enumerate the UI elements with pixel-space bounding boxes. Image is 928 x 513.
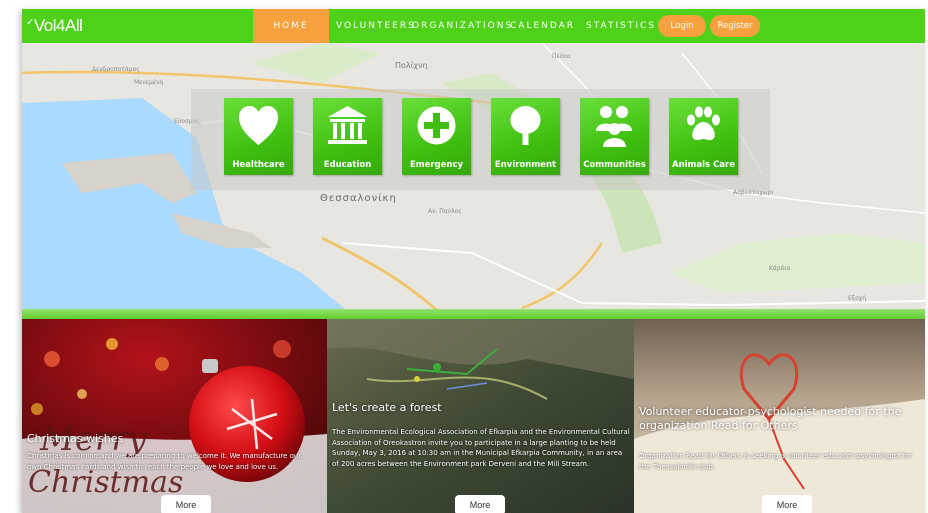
news-card-educator: Volunteer educator-psychologist needed f… [634,319,925,513]
plus-circle-icon [417,106,456,145]
map-label-an-pavlos: Αν. Παύλος [428,208,462,215]
category-education[interactable]: Education [313,98,382,175]
card-body: Organization Read for Others is seeking … [639,452,912,471]
more-button[interactable]: More [455,495,505,513]
category-panel: Healthcare Education Emergency Environme… [191,89,770,190]
map-label-asvestochori: Ασβεστοχώρι [733,189,774,196]
top-navbar: ✓Vol4All HOME VOLUNTEERS ORGANIZATIONS C… [22,9,925,43]
building-columns-icon [328,106,367,144]
nav-organizations[interactable]: ORGANIZATIONS [412,9,513,43]
category-label: Communities [583,160,646,170]
nav-statistics[interactable]: STATISTICS [586,9,656,43]
register-button[interactable]: Register [710,15,760,37]
nav-home[interactable]: HOME [253,9,329,43]
paw-icon [687,106,720,141]
category-label: Environment [494,160,557,170]
site-logo[interactable]: ✓Vol4All [26,15,83,37]
satellite-map-image [327,319,634,513]
login-button[interactable]: Login [658,15,706,37]
card-body: The Environmental Ecological Association… [332,428,630,468]
category-label: Healthcare [232,160,285,170]
map-label-polichni: Πολίχνη [395,61,428,70]
category-animals-care[interactable]: Animals Care [669,98,738,175]
map-label-pefka: Πεύκα [552,53,571,60]
logo-check-icon: ✓ [26,17,34,28]
news-card-forest: Let's create a forest The Environmental … [327,319,634,513]
map-label-dendropotamos: Δενδροποτάμος [92,66,140,73]
card-body: Christmas is coming and we are preparing… [27,452,302,471]
category-healthcare[interactable]: Healthcare [224,98,293,175]
nav-calendar[interactable]: CALENDAR [510,9,575,43]
category-label: Animals Care [672,160,735,170]
tree-icon [510,106,541,145]
card-title[interactable]: Let's create a forest [332,401,442,415]
map-label-kardia: Κάρδια [769,265,791,272]
category-communities[interactable]: Communities [580,98,649,175]
news-card-christmas: Merry Christmas Christmas wishes Christm… [22,319,327,513]
app-window: ✓Vol4All HOME VOLUNTEERS ORGANIZATIONS C… [22,9,925,513]
more-button[interactable]: More [161,495,211,513]
more-button[interactable]: More [762,495,812,513]
card-title[interactable]: Volunteer educator-psychologist needed f… [639,405,924,433]
map-bottom-divider [22,309,925,319]
card-title[interactable]: Christmas wishes [27,432,123,446]
category-emergency[interactable]: Emergency [402,98,471,175]
category-label: Education [323,160,372,170]
map-label-thessaloniki: Θεσσαλονίκη [320,193,397,204]
category-environment[interactable]: Environment [491,98,560,175]
heart-icon [239,106,278,145]
nav-volunteers[interactable]: VOLUNTEERS [336,9,416,43]
map-label-exochi: Εξοχή [848,295,867,302]
category-label: Emergency [409,160,464,170]
map-label-menemeni: Μενεμένη [134,79,164,86]
people-group-icon [596,106,632,147]
logo-text: Vol4All [33,16,83,35]
